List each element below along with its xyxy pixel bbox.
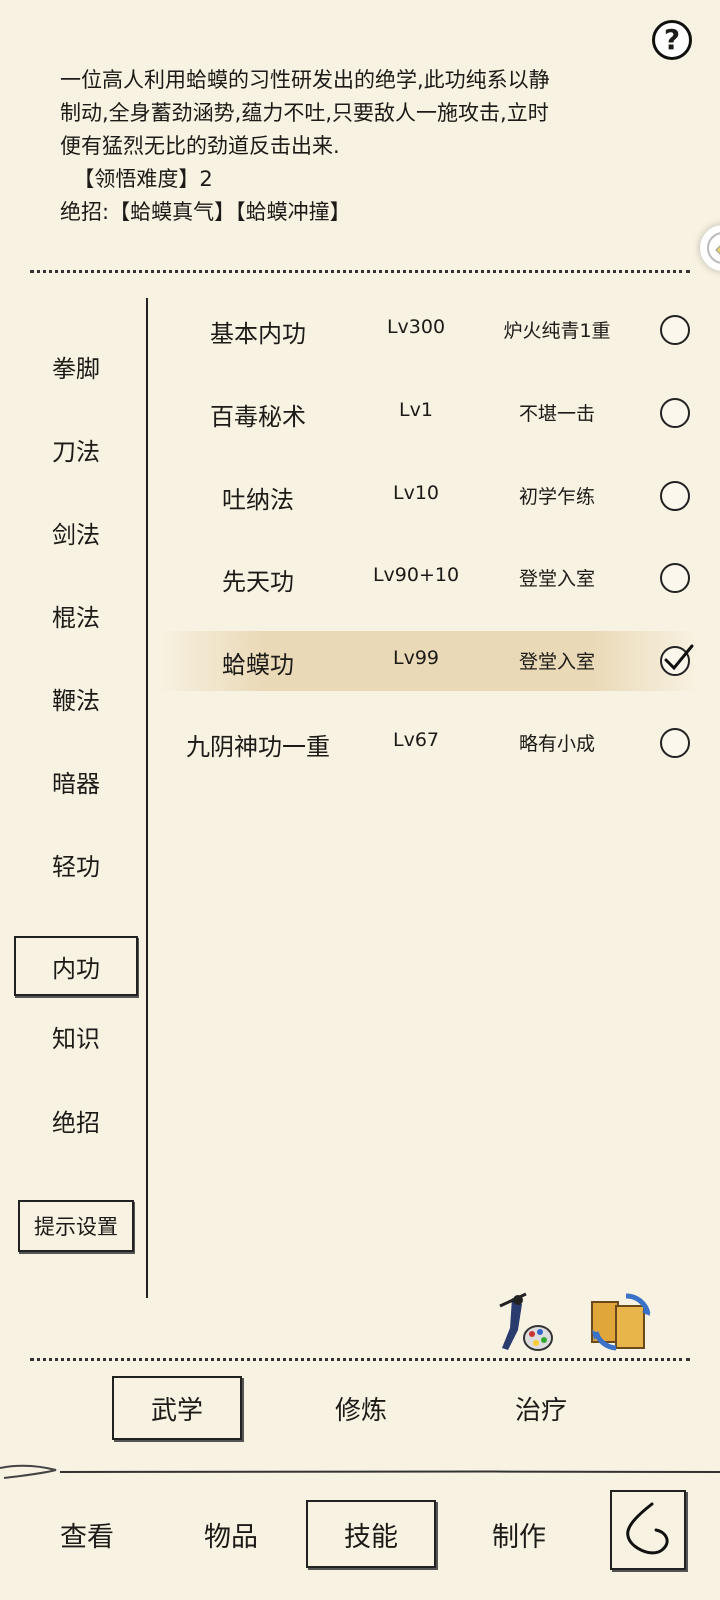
nav-label: 技能 [344, 1521, 398, 1553]
skill-level: Lv90+10 [372, 564, 460, 586]
skill-radio[interactable] [660, 398, 690, 428]
swap-books-icon[interactable] [586, 1288, 656, 1356]
skill-level: Lv300 [386, 316, 446, 338]
category-label: 知识 [52, 1024, 100, 1053]
category-staff[interactable]: 棍法 [14, 585, 138, 645]
back-arrow-icon [626, 1502, 669, 1555]
category-label: 轻功 [52, 852, 100, 881]
skill-row[interactable]: 吐纳法 Lv10 初学乍练 [158, 466, 698, 526]
description-line: 制动,全身蓄劲涵势,蕴力不吐,只要敌人一施攻击,立时 [60, 101, 549, 125]
category-label: 暗器 [52, 769, 100, 798]
skill-row[interactable]: 基本内功 Lv300 炉火纯青1重 [158, 300, 698, 360]
category-fist[interactable]: 拳脚 [14, 336, 138, 396]
skill-status: 初学乍练 [518, 486, 595, 508]
paint-palette-icon[interactable] [492, 1290, 558, 1356]
skill-name: 基本内功 [210, 320, 306, 348]
nav-items[interactable]: 物品 [166, 1500, 296, 1568]
category-label: 刀法 [52, 437, 100, 466]
category-sword[interactable]: 剑法 [14, 502, 138, 562]
tab-label: 修炼 [334, 1395, 387, 1426]
skill-name: 九阴神功一重 [186, 733, 330, 761]
skill-radio[interactable] [660, 481, 690, 511]
assistant-icon [707, 232, 720, 264]
skill-level: Lv10 [392, 482, 439, 504]
tab-label: 治疗 [514, 1395, 567, 1426]
special-moves-line: 绝招:【蛤蟆真气】【蛤蟆冲撞】 [60, 200, 351, 224]
tab-label: 武学 [150, 1395, 203, 1426]
category-inner-power[interactable]: 内功 [14, 936, 138, 996]
skill-name: 吐纳法 [222, 486, 294, 514]
category-label: 棍法 [52, 603, 100, 632]
category-hidden-weapon[interactable]: 暗器 [14, 751, 138, 811]
skill-status: 炉火纯青1重 [503, 320, 611, 342]
skill-radio[interactable] [660, 315, 690, 345]
skill-status: 登堂入室 [518, 568, 595, 590]
hint-settings-button[interactable]: 提示设置 [18, 1200, 134, 1252]
skill-level: Lv67 [392, 729, 439, 751]
description-line: 便有猛烈无比的劲道反击出来. [60, 134, 340, 158]
skill-name: 先天功 [222, 568, 294, 596]
category-knowledge[interactable]: 知识 [14, 1000, 138, 1072]
tab-cultivation[interactable]: 修炼 [296, 1376, 426, 1440]
skill-name: 蛤蟆功 [222, 651, 294, 679]
divider [30, 270, 690, 273]
skill-status: 登堂入室 [518, 651, 595, 673]
skill-row[interactable]: 先天功 Lv90+10 登堂入室 [158, 548, 698, 608]
skill-radio-checked[interactable] [660, 644, 694, 676]
nav-label: 物品 [204, 1521, 258, 1553]
skill-status: 略有小成 [518, 733, 595, 755]
skill-radio[interactable] [660, 728, 690, 758]
category-whip[interactable]: 鞭法 [14, 668, 138, 728]
brush-divider [0, 1464, 720, 1479]
skill-radio[interactable] [660, 563, 690, 593]
skill-status: 不堪一击 [518, 403, 595, 425]
skill-row[interactable]: 九阴神功一重 Lv67 略有小成 [158, 713, 698, 773]
skill-row[interactable]: 百毒秘术 Lv1 不堪一击 [158, 383, 698, 443]
tab-healing[interactable]: 治疗 [476, 1376, 606, 1440]
tab-martial-arts[interactable]: 武学 [112, 1376, 242, 1440]
category-lightness[interactable]: 轻功 [14, 834, 138, 894]
skill-level: Lv99 [392, 647, 439, 669]
category-label: 绝招 [52, 1108, 100, 1137]
nav-view[interactable]: 查看 [22, 1500, 152, 1568]
back-button[interactable] [610, 1490, 686, 1570]
help-button[interactable]: ? [652, 20, 692, 60]
nav-skills[interactable]: 技能 [306, 1500, 436, 1568]
checkmark-icon [664, 644, 694, 671]
sidebar-divider [146, 298, 148, 1298]
divider [30, 1358, 690, 1361]
category-label: 鞭法 [52, 686, 100, 715]
hint-settings-label: 提示设置 [34, 1215, 118, 1239]
skill-level: Lv1 [399, 399, 433, 421]
skill-row-selected[interactable]: 蛤蟆功 Lv99 登堂入室 [158, 631, 698, 691]
nav-label: 查看 [60, 1521, 114, 1553]
skill-description: 一位高人利用蛤蟆的习性研发出的绝学,此功纯系以静 制动,全身蓄劲涵势,蕴力不吐,… [60, 64, 650, 229]
category-label: 内功 [52, 954, 100, 983]
floating-assistant-button[interactable] [700, 225, 720, 271]
question-icon: ? [663, 23, 681, 56]
nav-craft[interactable]: 制作 [454, 1500, 584, 1568]
category-special-moves[interactable]: 绝招 [14, 1084, 138, 1156]
difficulty-line: 【领悟难度】2 [60, 167, 213, 191]
skill-name: 百毒秘术 [210, 403, 306, 431]
category-label: 剑法 [52, 520, 100, 549]
category-label: 拳脚 [52, 354, 100, 383]
category-blade[interactable]: 刀法 [14, 419, 138, 479]
nav-label: 制作 [492, 1521, 546, 1553]
description-line: 一位高人利用蛤蟆的习性研发出的绝学,此功纯系以静 [60, 68, 550, 92]
